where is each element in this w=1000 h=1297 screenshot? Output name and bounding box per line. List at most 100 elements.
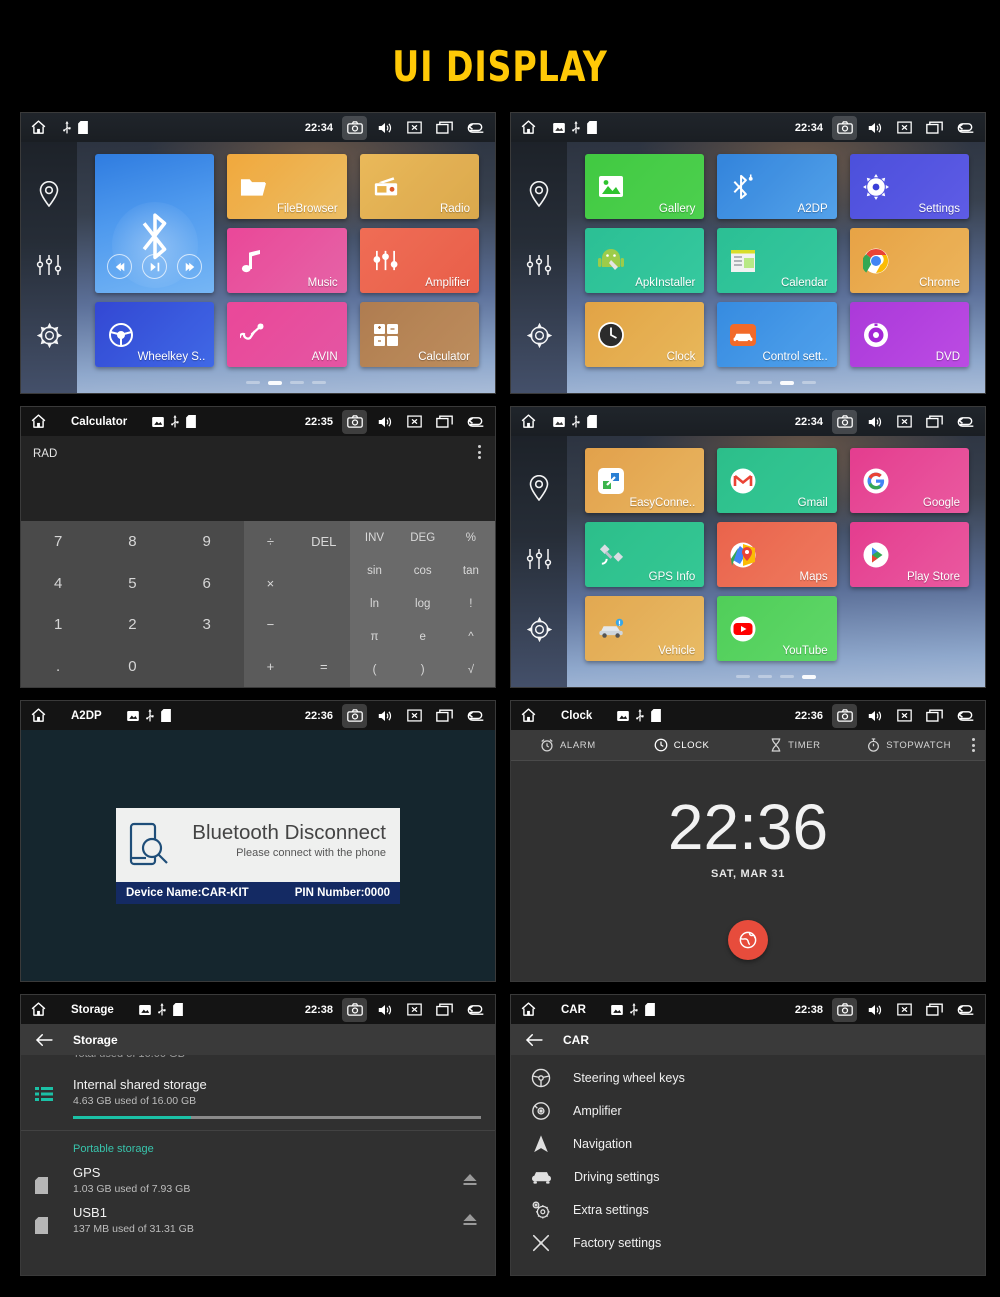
back-icon[interactable] xyxy=(952,998,977,1022)
key-3[interactable]: 3 xyxy=(170,604,244,646)
camera-icon[interactable] xyxy=(832,409,857,434)
key-log[interactable]: log xyxy=(399,587,447,620)
page-dot[interactable] xyxy=(758,675,772,678)
recents-icon[interactable] xyxy=(922,704,947,728)
camera-icon[interactable] xyxy=(342,997,367,1022)
gear-icon[interactable] xyxy=(526,617,552,642)
app-tile-google[interactable]: Google xyxy=(849,448,969,513)
gear-icon[interactable] xyxy=(526,323,552,348)
car-item-amplifier[interactable]: Amplifier xyxy=(511,1094,985,1127)
car-item-factory-settings[interactable]: Factory settings xyxy=(511,1226,985,1259)
close-icon[interactable] xyxy=(892,998,917,1022)
back-icon[interactable] xyxy=(952,410,977,434)
key-inv[interactable]: INV xyxy=(350,521,398,554)
key-pi[interactable]: π xyxy=(350,621,398,654)
home-icon[interactable] xyxy=(519,119,538,136)
page-dot[interactable] xyxy=(802,381,816,384)
camera-icon[interactable] xyxy=(342,409,367,434)
back-icon[interactable] xyxy=(952,116,977,140)
close-icon[interactable] xyxy=(402,116,427,140)
home-icon[interactable] xyxy=(29,119,48,136)
storage-list[interactable]: Total used of 16.00 GB Internal shared s… xyxy=(21,1055,495,1275)
volume-icon[interactable] xyxy=(372,410,397,434)
page-dot[interactable] xyxy=(780,675,794,678)
app-tile-play-store[interactable]: Play Store xyxy=(849,522,969,587)
car-item-navigation[interactable]: Navigation xyxy=(511,1127,985,1160)
home-icon[interactable] xyxy=(519,707,538,724)
key-decimal[interactable]: . xyxy=(21,646,95,688)
page-dot[interactable] xyxy=(290,381,304,384)
recents-icon[interactable] xyxy=(432,410,457,434)
app-tile-easyconnect[interactable]: EasyConne.. xyxy=(585,448,705,513)
key-2[interactable]: 2 xyxy=(95,604,169,646)
back-arrow-icon[interactable] xyxy=(35,1033,53,1047)
page-dot-active[interactable] xyxy=(802,675,816,679)
gear-icon[interactable] xyxy=(36,323,62,348)
car-item-driving-settings[interactable]: Driving settings xyxy=(511,1160,985,1193)
back-icon[interactable] xyxy=(462,704,487,728)
back-icon[interactable] xyxy=(462,410,487,434)
storage-item-gps[interactable]: GPS 1.03 GB used of 7.93 GB xyxy=(21,1155,495,1195)
app-tile-calendar[interactable]: Calendar xyxy=(717,228,837,293)
key-divide[interactable]: ÷ xyxy=(244,521,297,563)
recents-icon[interactable] xyxy=(922,410,947,434)
page-dot[interactable] xyxy=(312,381,326,384)
overflow-menu-icon[interactable] xyxy=(478,445,481,459)
close-icon[interactable] xyxy=(402,410,427,434)
bluetooth-widget[interactable] xyxy=(95,154,215,293)
equalizer-icon[interactable] xyxy=(526,547,552,571)
close-icon[interactable] xyxy=(892,116,917,140)
volume-icon[interactable] xyxy=(862,116,887,140)
location-pin-icon[interactable] xyxy=(38,181,60,207)
key-deg[interactable]: DEG xyxy=(399,521,447,554)
page-dot[interactable] xyxy=(736,675,750,678)
key-cos[interactable]: cos xyxy=(399,554,447,587)
recents-icon[interactable] xyxy=(432,704,457,728)
key-close-paren[interactable]: ) xyxy=(399,654,447,687)
home-icon[interactable] xyxy=(29,413,48,430)
key-6[interactable]: 6 xyxy=(170,563,244,605)
home-icon[interactable] xyxy=(519,413,538,430)
app-tile-gps-info[interactable]: GPS Info xyxy=(585,522,705,587)
app-tile-a2dp[interactable]: A2DP xyxy=(717,154,837,219)
equalizer-icon[interactable] xyxy=(36,253,62,277)
page-dot[interactable] xyxy=(246,381,260,384)
volume-icon[interactable] xyxy=(862,410,887,434)
app-tile-gmail[interactable]: Gmail xyxy=(717,448,837,513)
key-factorial[interactable]: ! xyxy=(447,587,495,620)
volume-icon[interactable] xyxy=(862,998,887,1022)
location-pin-icon[interactable] xyxy=(528,475,550,501)
camera-icon[interactable] xyxy=(832,703,857,728)
app-tile-radio[interactable]: Radio xyxy=(359,154,479,219)
volume-icon[interactable] xyxy=(372,116,397,140)
close-icon[interactable] xyxy=(402,998,427,1022)
volume-icon[interactable] xyxy=(372,704,397,728)
tab-stopwatch[interactable]: STOPWATCH xyxy=(852,738,966,752)
key-sqrt[interactable]: √ xyxy=(447,654,495,687)
recents-icon[interactable] xyxy=(432,998,457,1022)
back-icon[interactable] xyxy=(462,998,487,1022)
app-tile-dvd[interactable]: DVD xyxy=(849,302,969,367)
key-1[interactable]: 1 xyxy=(21,604,95,646)
overflow-menu-icon[interactable] xyxy=(966,738,975,752)
key-plus[interactable]: + xyxy=(244,646,297,688)
eject-icon[interactable] xyxy=(463,1174,481,1186)
location-pin-icon[interactable] xyxy=(528,181,550,207)
close-icon[interactable] xyxy=(892,410,917,434)
app-tile-vehicle[interactable]: Vehicle xyxy=(585,596,705,661)
camera-icon[interactable] xyxy=(832,115,857,140)
key-8[interactable]: 8 xyxy=(95,521,169,563)
key-ln[interactable]: ln xyxy=(350,587,398,620)
key-percent[interactable]: % xyxy=(447,521,495,554)
key-power[interactable]: ^ xyxy=(447,621,495,654)
back-icon[interactable] xyxy=(462,116,487,140)
tab-clock[interactable]: CLOCK xyxy=(625,738,739,752)
storage-item-usb1[interactable]: USB1 137 MB used of 31.31 GB xyxy=(21,1195,495,1235)
recents-icon[interactable] xyxy=(922,998,947,1022)
recents-icon[interactable] xyxy=(922,116,947,140)
key-7[interactable]: 7 xyxy=(21,521,95,563)
eject-icon[interactable] xyxy=(463,1214,481,1226)
equalizer-icon[interactable] xyxy=(526,253,552,277)
key-5[interactable]: 5 xyxy=(95,563,169,605)
volume-icon[interactable] xyxy=(862,704,887,728)
